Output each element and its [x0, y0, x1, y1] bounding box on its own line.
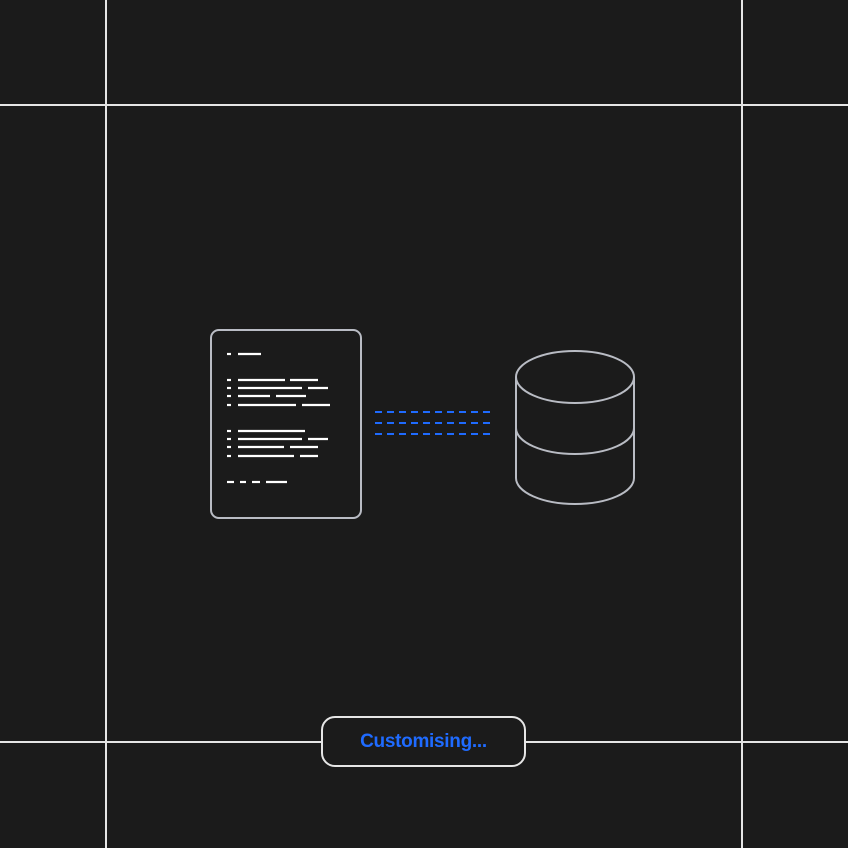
- data-flow-lines: [375, 411, 494, 435]
- canvas: Customising...: [0, 0, 848, 848]
- database-icon: [515, 350, 635, 505]
- document-icon: [210, 329, 362, 519]
- status-label: Customising...: [360, 730, 487, 752]
- status-badge: Customising...: [321, 716, 526, 767]
